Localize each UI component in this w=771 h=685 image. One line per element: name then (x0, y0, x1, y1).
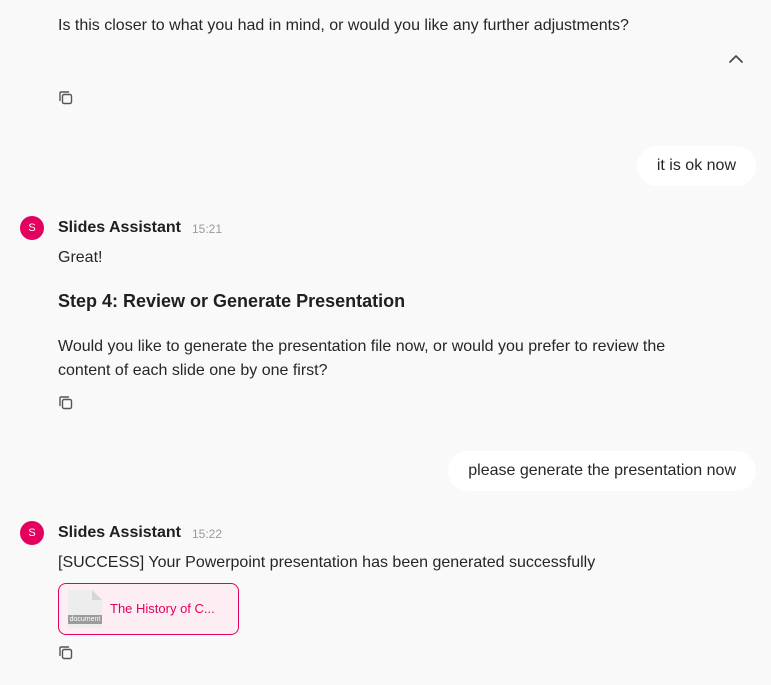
chevron-up-icon[interactable] (726, 49, 746, 69)
avatar: S (20, 521, 44, 545)
message-timestamp: 15:22 (192, 527, 223, 541)
copy-icon[interactable] (57, 89, 75, 107)
message-heading: Step 4: Review or Generate Presentation (58, 291, 406, 311)
assistant-message-text: Great! (58, 249, 103, 266)
file-attachment-card[interactable]: document The History of C... (58, 583, 239, 635)
sender-name: Slides Assistant (58, 524, 182, 541)
document-icon: document (68, 590, 102, 628)
sender-name: Slides Assistant (58, 219, 182, 236)
user-message-bubble: it is ok now (636, 146, 756, 186)
avatar: S (20, 216, 44, 240)
assistant-message-text: Would you like to generate the presentat… (58, 338, 666, 355)
copy-icon[interactable] (57, 394, 75, 412)
file-type-badge: document (68, 615, 102, 624)
user-message-bubble: please generate the presentation now (448, 451, 756, 491)
file-name: The History of C... (110, 601, 215, 616)
assistant-message-text: [SUCCESS] Your Powerpoint presentation h… (58, 554, 596, 571)
assistant-message-text: content of each slide one by one first? (58, 362, 328, 379)
assistant-message-text: Is this closer to what you had in mind, … (58, 17, 629, 34)
message-timestamp: 15:21 (192, 222, 223, 236)
copy-icon[interactable] (57, 644, 75, 662)
